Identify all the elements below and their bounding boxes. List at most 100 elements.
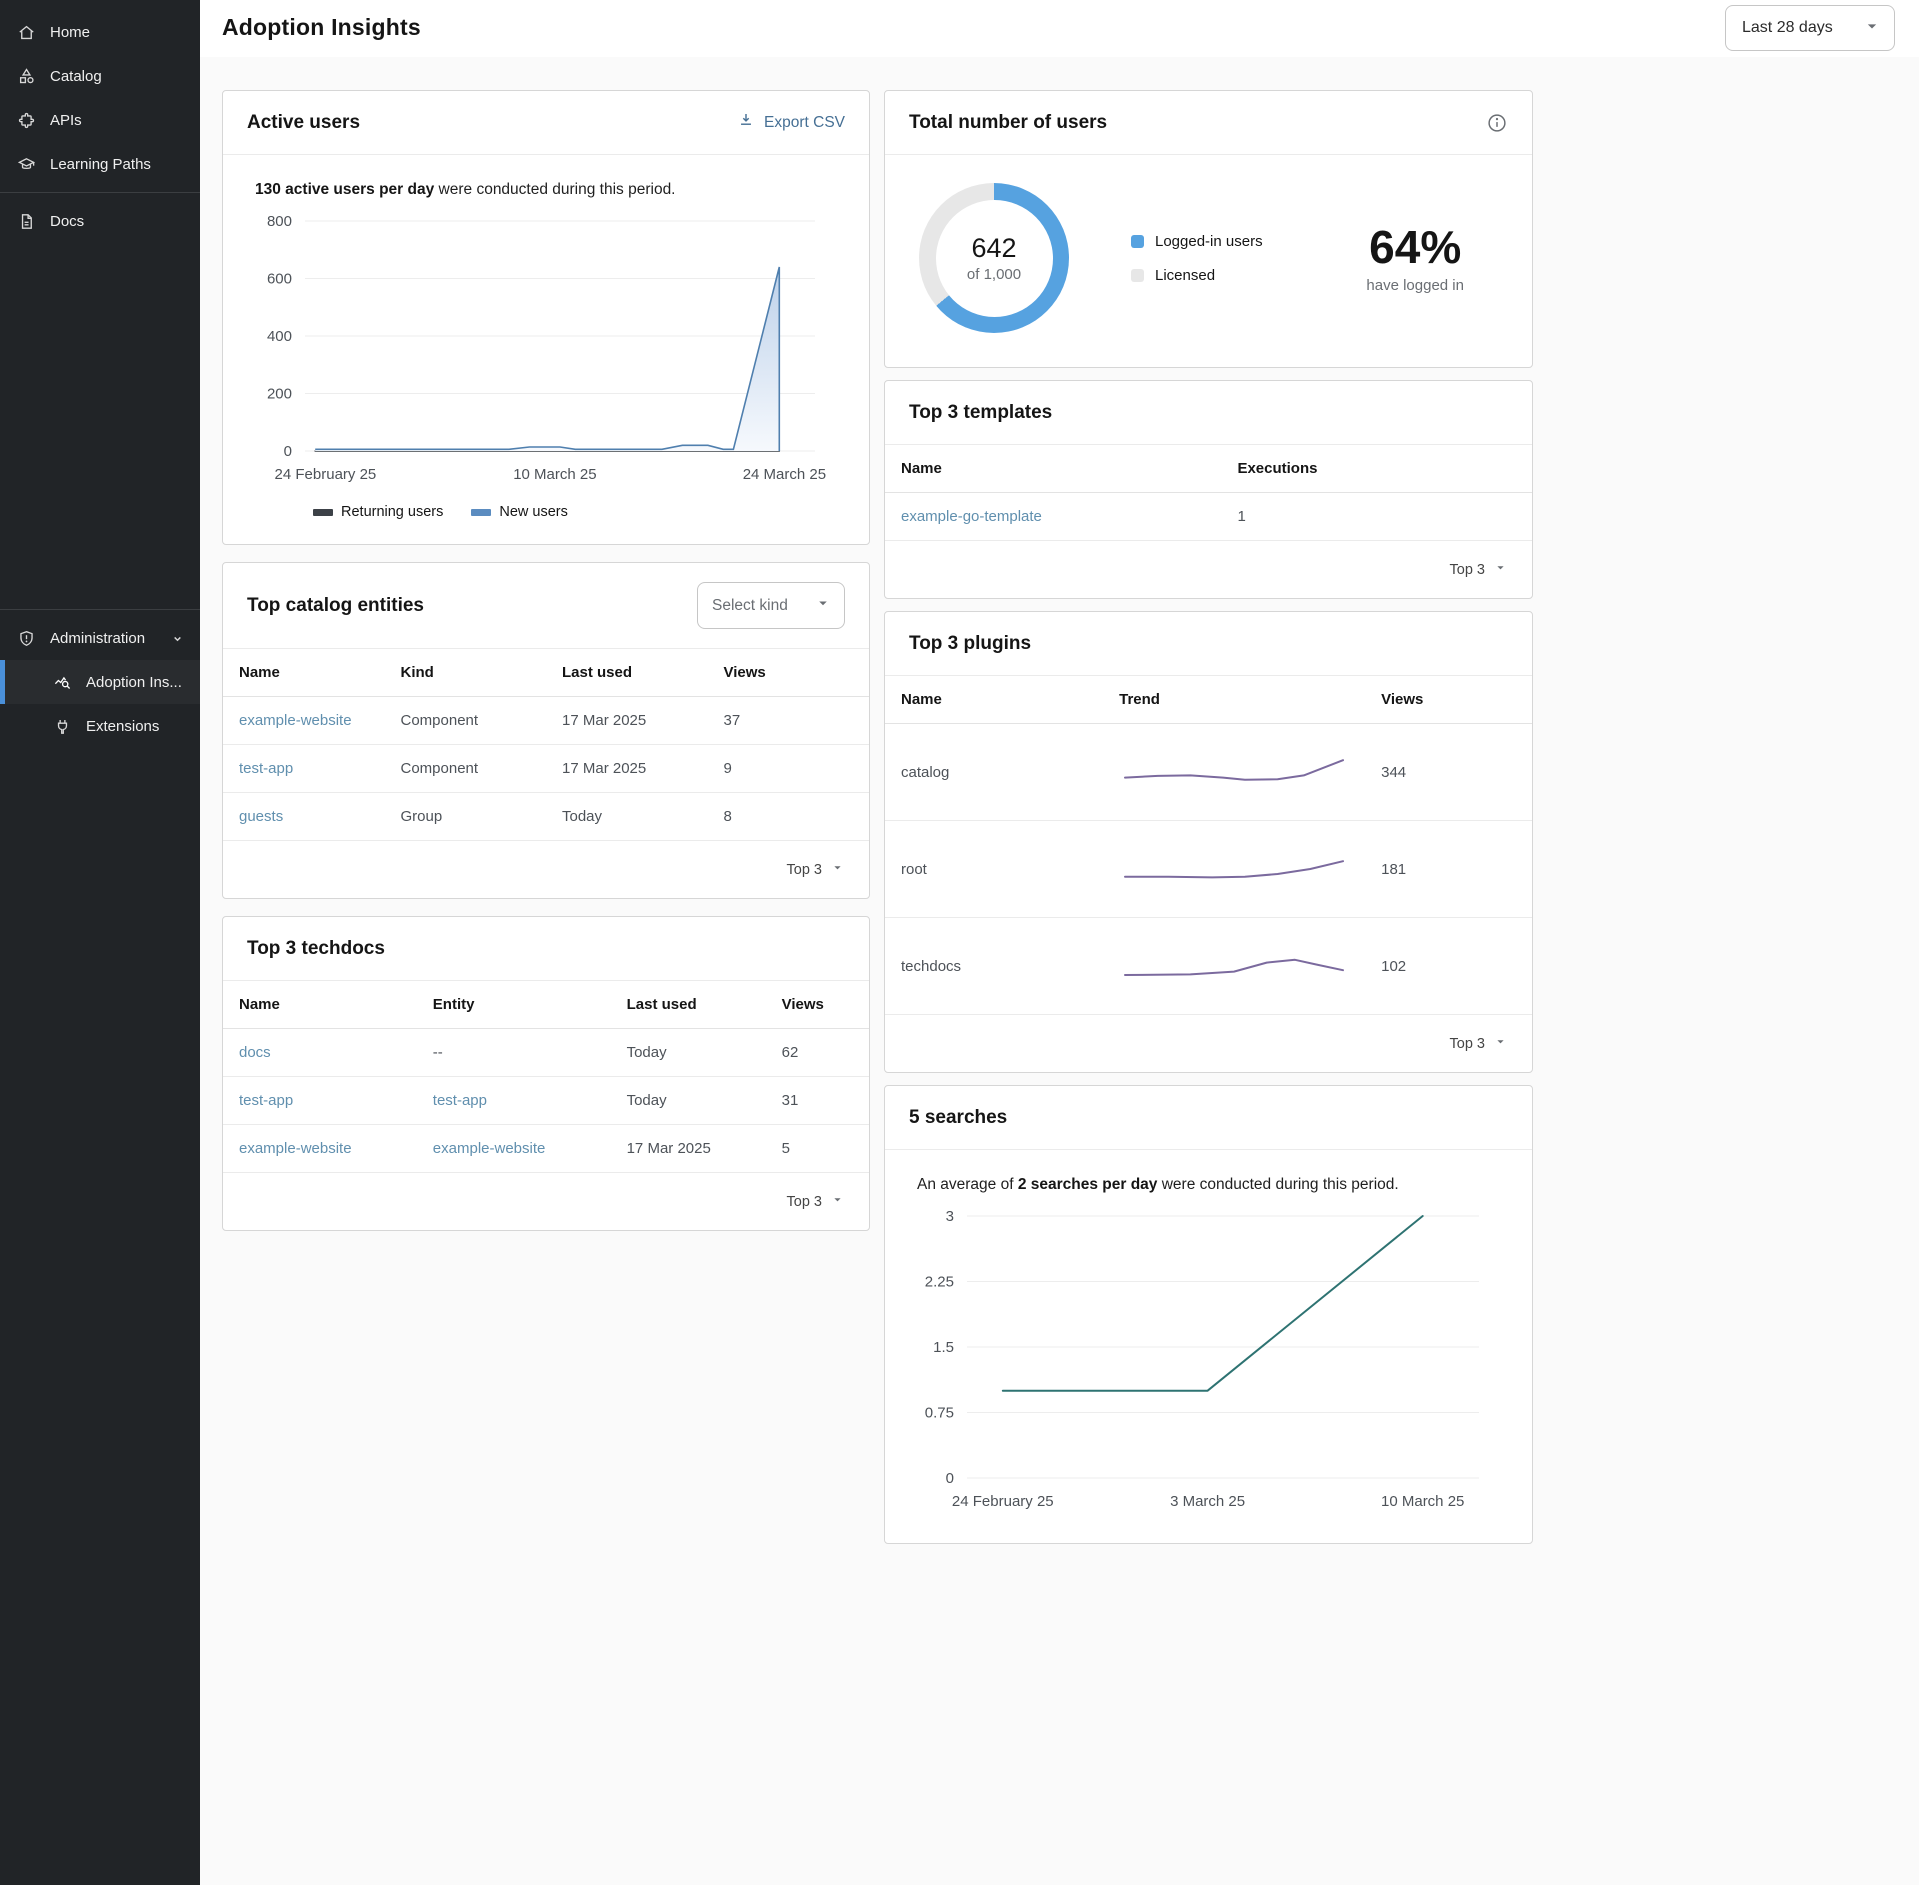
- caret-down-icon: [830, 860, 845, 879]
- techdocs-table: Name Entity Last used Views docs -- Toda…: [223, 981, 869, 1173]
- dashboard-content: Active users Export CSV 130 active users…: [200, 57, 1919, 1604]
- cell-views: 102: [1365, 918, 1532, 1015]
- rows-per-page-select[interactable]: Top 3: [885, 541, 1532, 598]
- sidebar-item-extensions[interactable]: Extensions: [0, 704, 200, 748]
- shield-exclamation-icon: [16, 628, 36, 648]
- table-row: catalog 344: [885, 724, 1532, 821]
- table-row: test-app Component 17 Mar 2025 9: [223, 745, 869, 793]
- chart-legend: Returning users New users: [313, 504, 839, 520]
- export-csv-button[interactable]: Export CSV: [737, 111, 845, 134]
- svg-text:2.25: 2.25: [925, 1274, 954, 1291]
- cell-last-used: 17 Mar 2025: [546, 745, 708, 793]
- column-header: Last used: [611, 981, 766, 1029]
- svg-text:0.75: 0.75: [925, 1405, 954, 1422]
- svg-text:200: 200: [267, 386, 292, 403]
- table-row: test-app test-app Today 31: [223, 1077, 869, 1125]
- sidebar-item-learning-paths[interactable]: Learning Paths: [0, 142, 200, 186]
- sidebar-item-administration[interactable]: Administration: [0, 616, 200, 660]
- caret-down-icon: [1862, 16, 1882, 41]
- rows-per-page-select[interactable]: Top 3: [223, 841, 869, 898]
- active-users-card: Active users Export CSV 130 active users…: [222, 90, 870, 545]
- info-icon[interactable]: [1486, 112, 1508, 134]
- home-icon: [16, 22, 36, 42]
- sidebar-admin-section: Administration Adoption Ins... Extension…: [0, 609, 200, 748]
- entity-link[interactable]: example-website: [433, 1140, 546, 1157]
- sidebar-item-label: Catalog: [50, 68, 102, 85]
- download-icon: [737, 111, 755, 134]
- entity-link[interactable]: test-app: [433, 1092, 487, 1109]
- column-header: Views: [708, 649, 870, 697]
- table-row: example-go-template 1: [885, 493, 1532, 541]
- entity-link[interactable]: test-app: [239, 760, 293, 777]
- column-header: Last used: [546, 649, 708, 697]
- total-users-card: Total number of users 642 of 1,000 Logge…: [884, 90, 1533, 368]
- caret-down-icon: [830, 1192, 845, 1211]
- plugins-table: Name Trend Views catalog 344 root: [885, 676, 1532, 1015]
- svg-text:3 March 25: 3 March 25: [1170, 1493, 1245, 1510]
- sidebar-item-label: Home: [50, 24, 90, 41]
- cell-last-used: 17 Mar 2025: [611, 1125, 766, 1173]
- card-title: Top catalog entities: [247, 595, 424, 617]
- column-header: Views: [766, 981, 869, 1029]
- sidebar-item-label: Adoption Ins...: [86, 674, 182, 691]
- legend-label: Returning users: [341, 504, 443, 520]
- legend-label: Logged-in users: [1155, 233, 1263, 250]
- cell-views: 37: [708, 697, 870, 745]
- top-templates-card: Top 3 templates Name Executions example-…: [884, 380, 1533, 599]
- date-range-value: Last 28 days: [1742, 19, 1833, 37]
- cell-views: 8: [708, 793, 870, 841]
- column-header: Executions: [1221, 445, 1532, 493]
- catalog-entities-table: Name Kind Last used Views example-websit…: [223, 649, 869, 841]
- sidebar-item-label: Administration: [50, 630, 145, 647]
- card-title: 5 searches: [909, 1107, 1007, 1129]
- active-users-summary: 130 active users per day were conducted …: [255, 181, 839, 199]
- sidebar-item-home[interactable]: Home: [0, 10, 200, 54]
- sidebar-item-apis[interactable]: APIs: [0, 98, 200, 142]
- sidebar-item-adoption-insights[interactable]: Adoption Ins...: [0, 660, 200, 704]
- active-users-chart: 800600400200024 February 2510 March 2524…: [249, 209, 833, 497]
- svg-text:800: 800: [267, 213, 292, 230]
- rows-per-page-select[interactable]: Top 3: [223, 1173, 869, 1230]
- cell-last-used: 17 Mar 2025: [546, 697, 708, 745]
- cell-last-used: Today: [611, 1029, 766, 1077]
- card-title: Active users: [247, 112, 360, 134]
- cell-views: 344: [1365, 724, 1532, 821]
- apis-icon: [16, 110, 36, 130]
- entity-link[interactable]: guests: [239, 808, 283, 825]
- entity-link[interactable]: example-website: [239, 712, 352, 729]
- legend-label: Licensed: [1155, 267, 1215, 284]
- techdoc-link[interactable]: example-website: [239, 1140, 352, 1157]
- learning-paths-icon: [16, 154, 36, 174]
- sidebar-item-docs[interactable]: Docs: [0, 199, 200, 243]
- caret-down-icon: [1493, 1034, 1508, 1053]
- svg-text:0: 0: [946, 1470, 954, 1487]
- legend-swatch-new-users: [471, 509, 491, 516]
- caret-down-icon: [1493, 560, 1508, 579]
- legend-swatch-returning-users: [313, 509, 333, 516]
- searches-card: 5 searches An average of 2 searches per …: [884, 1085, 1533, 1544]
- donut-chart: 642 of 1,000: [919, 183, 1069, 333]
- cell-kind: Component: [385, 745, 547, 793]
- cell-plugin-name: catalog: [885, 724, 1103, 821]
- cell-kind: Component: [385, 697, 547, 745]
- caret-down-icon: [814, 594, 832, 617]
- logged-in-percent-caption: have logged in: [1366, 277, 1464, 294]
- export-csv-label: Export CSV: [764, 114, 845, 132]
- page-header: Adoption Insights Last 28 days: [200, 0, 1919, 57]
- techdoc-link[interactable]: docs: [239, 1044, 271, 1061]
- card-title: Top 3 techdocs: [247, 938, 385, 960]
- column-header: Trend: [1103, 676, 1365, 724]
- table-row: guests Group Today 8: [223, 793, 869, 841]
- date-range-select[interactable]: Last 28 days: [1725, 5, 1895, 51]
- sidebar-item-catalog[interactable]: Catalog: [0, 54, 200, 98]
- sidebar: Home Catalog APIs Learning Paths Docs Ad…: [0, 0, 200, 1885]
- techdoc-link[interactable]: test-app: [239, 1092, 293, 1109]
- column-header: Name: [885, 445, 1221, 493]
- template-link[interactable]: example-go-template: [901, 508, 1042, 525]
- svg-text:24 February 25: 24 February 25: [952, 1493, 1054, 1510]
- cell-views: 5: [766, 1125, 869, 1173]
- rows-per-page-select[interactable]: Top 3: [885, 1015, 1532, 1072]
- card-title: Top 3 templates: [909, 402, 1052, 424]
- kind-select[interactable]: Select kind: [697, 582, 845, 629]
- table-row: docs -- Today 62: [223, 1029, 869, 1077]
